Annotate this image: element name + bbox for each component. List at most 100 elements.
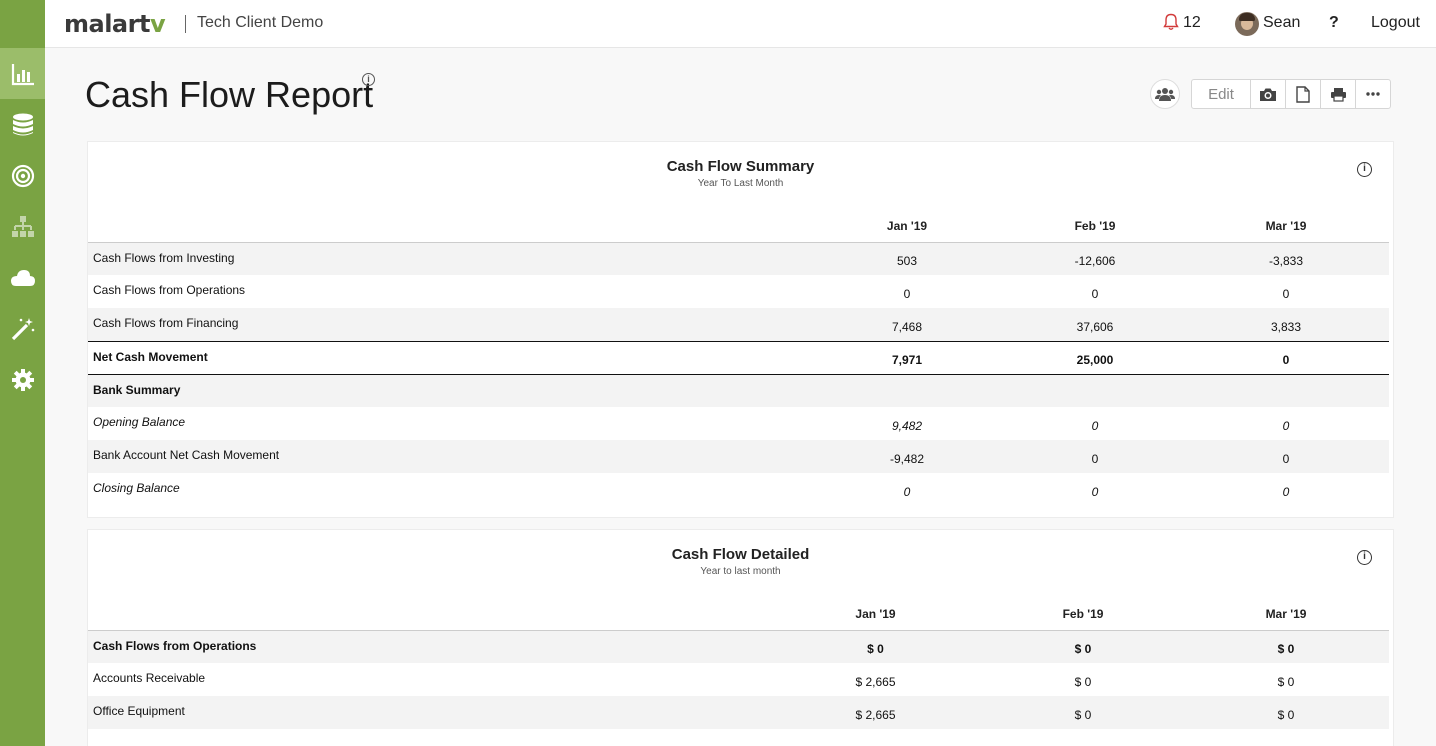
document-icon — [1296, 85, 1310, 103]
table-row: Accounts Receivable $ 2,665 $ 0 $ 0 — [88, 663, 1389, 696]
table-header-row: Jan '19 Feb '19 Mar '19 — [88, 598, 1389, 631]
summary-table: Jan '19 Feb '19 Mar '19 Cash Flows from … — [88, 210, 1389, 506]
gear-icon — [11, 368, 34, 391]
org-chart-icon — [11, 215, 34, 237]
database-icon — [12, 113, 33, 135]
cell-value: 503 — [807, 242, 1007, 275]
logout-link[interactable]: Logout — [1371, 14, 1420, 32]
user-name[interactable]: Sean — [1263, 14, 1300, 32]
sidebar-item-reports[interactable] — [0, 48, 45, 99]
client-name[interactable]: Tech Client Demo — [197, 14, 323, 32]
cloud-icon — [10, 269, 35, 286]
cell-value: 0 — [1282, 485, 1290, 499]
card-subtitle: Year To Last Month — [697, 178, 784, 189]
cell-value: 3,833 — [1183, 308, 1389, 341]
export-pdf-button[interactable] — [1285, 80, 1320, 108]
row-label: Accounts Receivable — [93, 671, 206, 685]
sidebar-item-goals[interactable] — [0, 150, 45, 201]
cell-value: $ 0 — [983, 696, 1183, 729]
cell-value: 9,482 — [891, 419, 923, 433]
cell-value: 37,606 — [1007, 308, 1183, 341]
info-icon[interactable]: i — [1357, 162, 1372, 177]
cash-flow-summary-card: Cash Flow Summary Year To Last Month i J… — [87, 141, 1394, 518]
detailed-table: Jan '19 Feb '19 Mar '19 Cash Flows from … — [88, 598, 1389, 729]
sidebar-item-integrations[interactable] — [0, 252, 45, 303]
sidebar-item-structure[interactable] — [0, 201, 45, 252]
print-icon — [1330, 87, 1346, 102]
edit-button[interactable]: Edit — [1192, 80, 1250, 108]
cell-value: $ 0 — [1277, 675, 1295, 689]
table-row: Cash Flows from Investing 503 -12,606 -3… — [88, 242, 1389, 275]
cell-value: 0 — [1091, 419, 1099, 433]
column-header — [88, 210, 807, 243]
row-label: Closing Balance — [93, 481, 180, 495]
section-row: Bank Summary — [88, 374, 1389, 407]
row-label: Cash Flows from Operations — [93, 283, 246, 297]
row-label: Cash Flows from Operations — [88, 630, 768, 663]
magic-wand-icon — [11, 317, 34, 340]
cell-value: 0 — [1183, 440, 1389, 473]
cell-value — [1183, 374, 1389, 407]
cell-value: 0 — [1091, 287, 1099, 301]
cell-value: 0 — [1091, 485, 1099, 499]
row-label: Cash Flows from Investing — [88, 242, 807, 275]
sidebar-item-settings[interactable] — [0, 354, 45, 405]
cell-value — [807, 374, 1007, 407]
cell-value: $ 0 — [768, 630, 983, 663]
sidebar-item-data[interactable] — [0, 99, 45, 150]
cell-value — [1007, 374, 1183, 407]
row-label: Bank Summary — [88, 374, 807, 407]
table-row: Cash Flows from Operations 0 0 0 — [88, 275, 1389, 308]
table-row: Opening Balance 9,482 0 0 — [88, 407, 1389, 440]
column-header: Feb '19 — [983, 598, 1183, 631]
row-label: Net Cash Movement — [88, 340, 807, 375]
row-label: Bank Account Net Cash Movement — [88, 440, 807, 473]
sidebar — [0, 0, 45, 746]
cell-value: 0 — [1282, 419, 1290, 433]
info-icon[interactable]: i — [1357, 550, 1372, 565]
bell-icon[interactable] — [1163, 13, 1179, 31]
print-button[interactable] — [1320, 80, 1355, 108]
column-header: Jan '19 — [807, 210, 1007, 243]
column-header — [88, 598, 768, 631]
cell-value: $ 2,665 — [855, 675, 896, 689]
more-options-button[interactable] — [1355, 80, 1390, 108]
table-row: Office Equipment $ 2,665 $ 0 $ 0 — [88, 696, 1389, 729]
brand-logo[interactable]: malartv — [64, 10, 166, 38]
cell-value: 0 — [1007, 440, 1183, 473]
sidebar-item-wizard[interactable] — [0, 303, 45, 354]
column-header: Jan '19 — [768, 598, 983, 631]
cell-value: 0 — [903, 485, 911, 499]
avatar[interactable] — [1235, 12, 1259, 36]
table-row: Cash Flows from Financing 7,468 37,606 3… — [88, 308, 1389, 341]
cell-value: 7,468 — [807, 308, 1007, 341]
cell-value: $ 2,665 — [768, 696, 983, 729]
cell-value: -9,482 — [807, 440, 1007, 473]
more-icon — [1366, 92, 1380, 96]
card-title: Cash Flow Summary — [666, 158, 815, 175]
section-row: Cash Flows from Operations $ 0 $ 0 $ 0 — [88, 630, 1389, 663]
table-row: Closing Balance 0 0 0 — [88, 473, 1389, 506]
report-toolbar: Edit — [1191, 79, 1391, 109]
cell-value: 7,971 — [807, 340, 1007, 375]
cell-value: $ 0 — [983, 630, 1183, 663]
share-group-button[interactable] — [1150, 79, 1180, 109]
group-icon — [1155, 88, 1175, 101]
column-header: Mar '19 — [1183, 210, 1389, 243]
row-label: Cash Flows from Financing — [88, 308, 807, 341]
info-icon[interactable]: i — [362, 73, 375, 86]
help-button[interactable]: ? — [1329, 14, 1339, 32]
cell-value: $ 0 — [1074, 675, 1092, 689]
snapshot-button[interactable] — [1250, 80, 1285, 108]
cell-value: $ 0 — [1183, 630, 1389, 663]
total-row: Net Cash Movement 7,971 25,000 0 — [88, 340, 1389, 375]
notification-count[interactable]: 12 — [1183, 14, 1201, 32]
cell-value: -12,606 — [1007, 242, 1183, 275]
cash-flow-detailed-card: Cash Flow Detailed Year to last month i … — [87, 529, 1394, 746]
card-title: Cash Flow Detailed — [671, 546, 810, 563]
page-title: Cash Flow Report — [85, 74, 374, 115]
cell-value: -3,833 — [1183, 242, 1389, 275]
cell-value: 25,000 — [1007, 340, 1183, 375]
table-header-row: Jan '19 Feb '19 Mar '19 — [88, 210, 1389, 243]
cell-value: 0 — [1282, 287, 1290, 301]
